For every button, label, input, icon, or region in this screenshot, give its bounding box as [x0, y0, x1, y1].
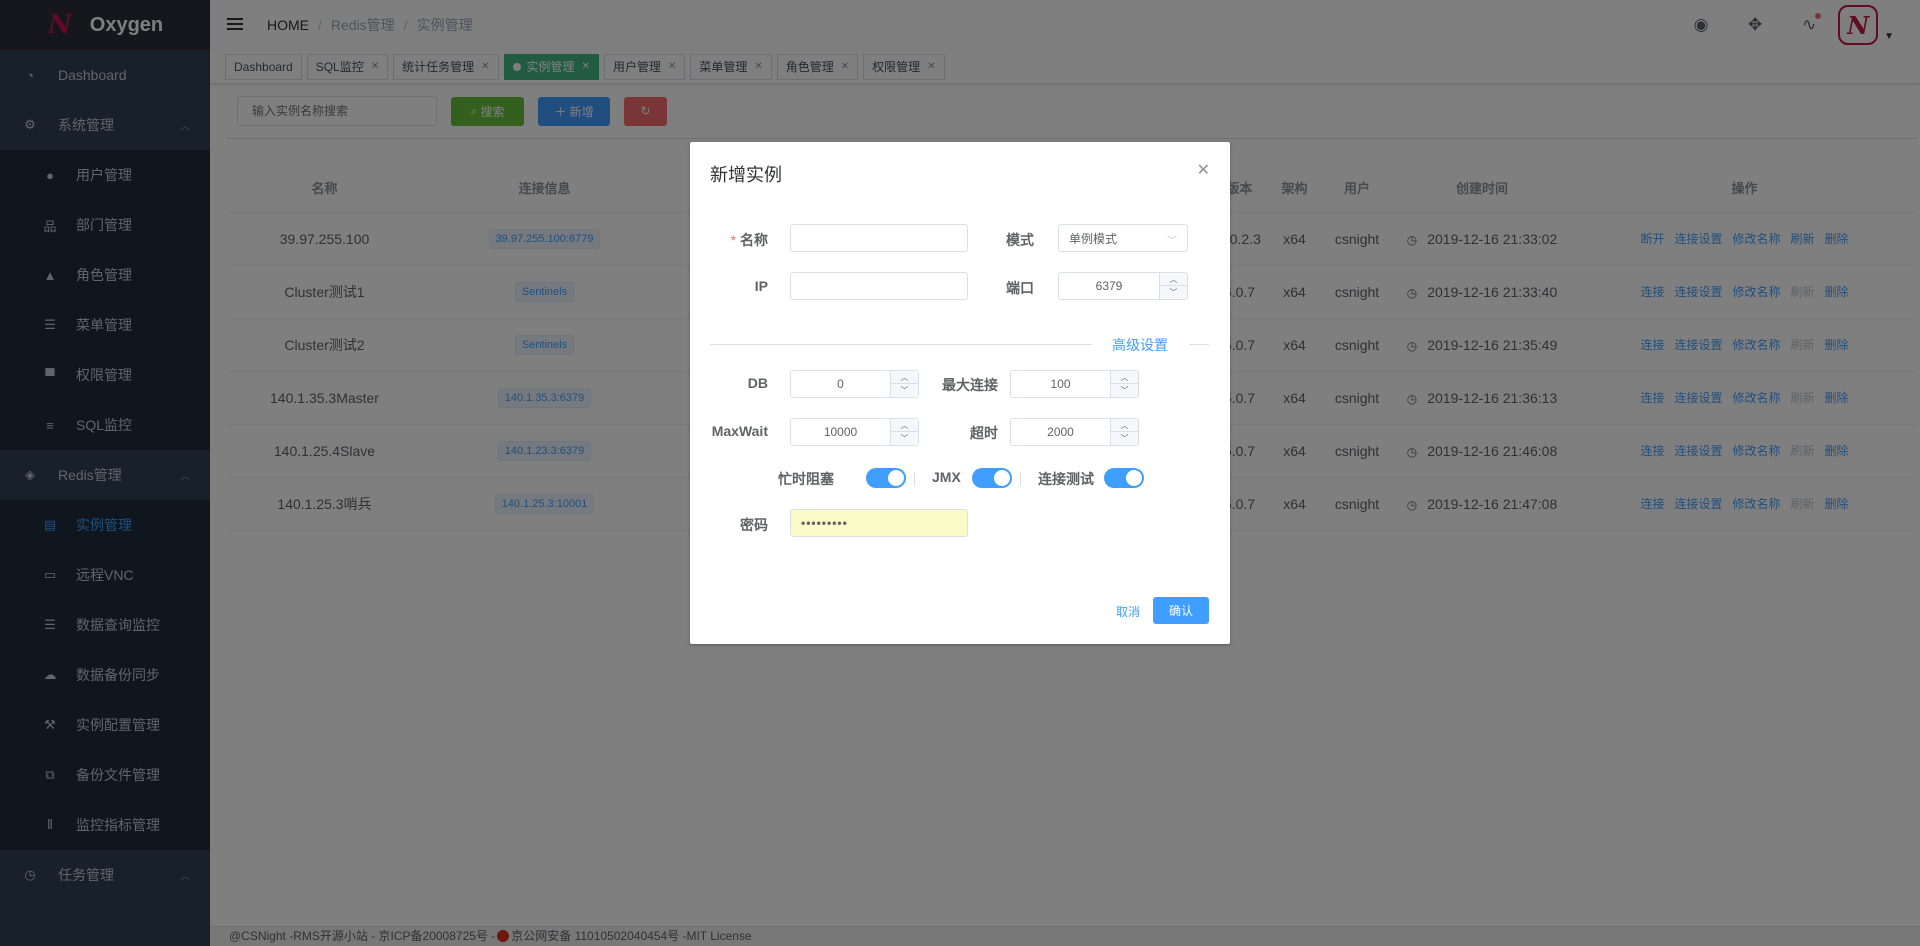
- password-label: 密码: [740, 517, 768, 533]
- separator: [914, 472, 915, 486]
- mode-select[interactable]: 单例模式 ﹀: [1058, 224, 1188, 252]
- name-field[interactable]: [790, 224, 968, 252]
- busy-block-label: 忙时阻塞: [778, 471, 834, 487]
- advanced-divider-right: [1189, 344, 1209, 345]
- stepper-controls[interactable]: ︿ ﹀: [1159, 273, 1187, 299]
- password-field[interactable]: •••••••••: [790, 509, 968, 537]
- add-instance-dialog: 新增实例 ✕ * 名称 模式 单例模式 ﹀ IP 端口 6379 ︿ ﹀ 高级设置 DB…: [690, 142, 1230, 644]
- dialog-title: 新增实例: [710, 165, 782, 185]
- password-value: •••••••••: [801, 516, 848, 530]
- decrement-icon[interactable]: ﹀: [891, 432, 918, 445]
- confirm-button[interactable]: 确认: [1153, 597, 1209, 624]
- mode-label: 模式: [1006, 232, 1034, 248]
- decrement-icon[interactable]: ﹀: [1111, 432, 1138, 445]
- maxwait-stepper[interactable]: 10000 ︿ ﹀: [790, 418, 919, 446]
- timeout-stepper[interactable]: 2000 ︿ ﹀: [1010, 418, 1139, 446]
- increment-icon[interactable]: ︿: [1160, 273, 1187, 286]
- increment-icon[interactable]: ︿: [891, 371, 918, 384]
- db-label: DB: [747, 375, 768, 391]
- mode-select-value: 单例模式: [1069, 231, 1118, 246]
- db-stepper[interactable]: 0 ︿ ﹀: [790, 370, 919, 398]
- advanced-divider-left: [710, 344, 1092, 345]
- timeout-label: 超时: [970, 425, 998, 441]
- port-label: 端口: [1006, 280, 1034, 296]
- decrement-icon[interactable]: ﹀: [1160, 286, 1187, 299]
- port-stepper[interactable]: 6379 ︿ ﹀: [1058, 272, 1188, 300]
- port-value: 6379: [1095, 279, 1123, 293]
- jmx-switch[interactable]: [972, 468, 1012, 488]
- maxwait-label: MaxWait: [711, 423, 768, 439]
- cancel-button[interactable]: 取消: [1116, 603, 1140, 620]
- increment-icon[interactable]: ︿: [1111, 371, 1138, 384]
- max-connections-label: 最大连接: [942, 377, 998, 393]
- jmx-label: JMX: [932, 469, 961, 485]
- stepper-controls[interactable]: ︿ ﹀: [1110, 419, 1138, 445]
- max-connections-value: 100: [1050, 377, 1071, 391]
- chevron-down-icon: ﹀: [1167, 236, 1177, 247]
- max-connections-stepper[interactable]: 100 ︿ ﹀: [1010, 370, 1139, 398]
- decrement-icon[interactable]: ﹀: [891, 384, 918, 397]
- ip-field[interactable]: [790, 272, 968, 300]
- increment-icon[interactable]: ︿: [891, 419, 918, 432]
- connection-test-switch[interactable]: [1104, 468, 1144, 488]
- close-icon[interactable]: ✕: [1197, 160, 1210, 180]
- ip-label: IP: [754, 278, 768, 294]
- connection-test-label: 连接测试: [1038, 471, 1094, 487]
- stepper-controls[interactable]: ︿ ﹀: [890, 419, 918, 445]
- busy-block-switch[interactable]: [866, 468, 906, 488]
- name-label-text: 名称: [740, 232, 768, 248]
- name-label: * 名称: [730, 230, 768, 250]
- stepper-controls[interactable]: ︿ ﹀: [890, 371, 918, 397]
- stepper-controls[interactable]: ︿ ﹀: [1110, 371, 1138, 397]
- maxwait-value: 10000: [823, 425, 858, 439]
- separator: [1020, 472, 1021, 486]
- db-value: 0: [837, 377, 844, 391]
- timeout-value: 2000: [1047, 425, 1074, 439]
- required-mark: *: [730, 232, 736, 248]
- decrement-icon[interactable]: ﹀: [1111, 384, 1138, 397]
- advanced-settings-toggle[interactable]: 高级设置: [1112, 335, 1168, 355]
- increment-icon[interactable]: ︿: [1111, 419, 1138, 432]
